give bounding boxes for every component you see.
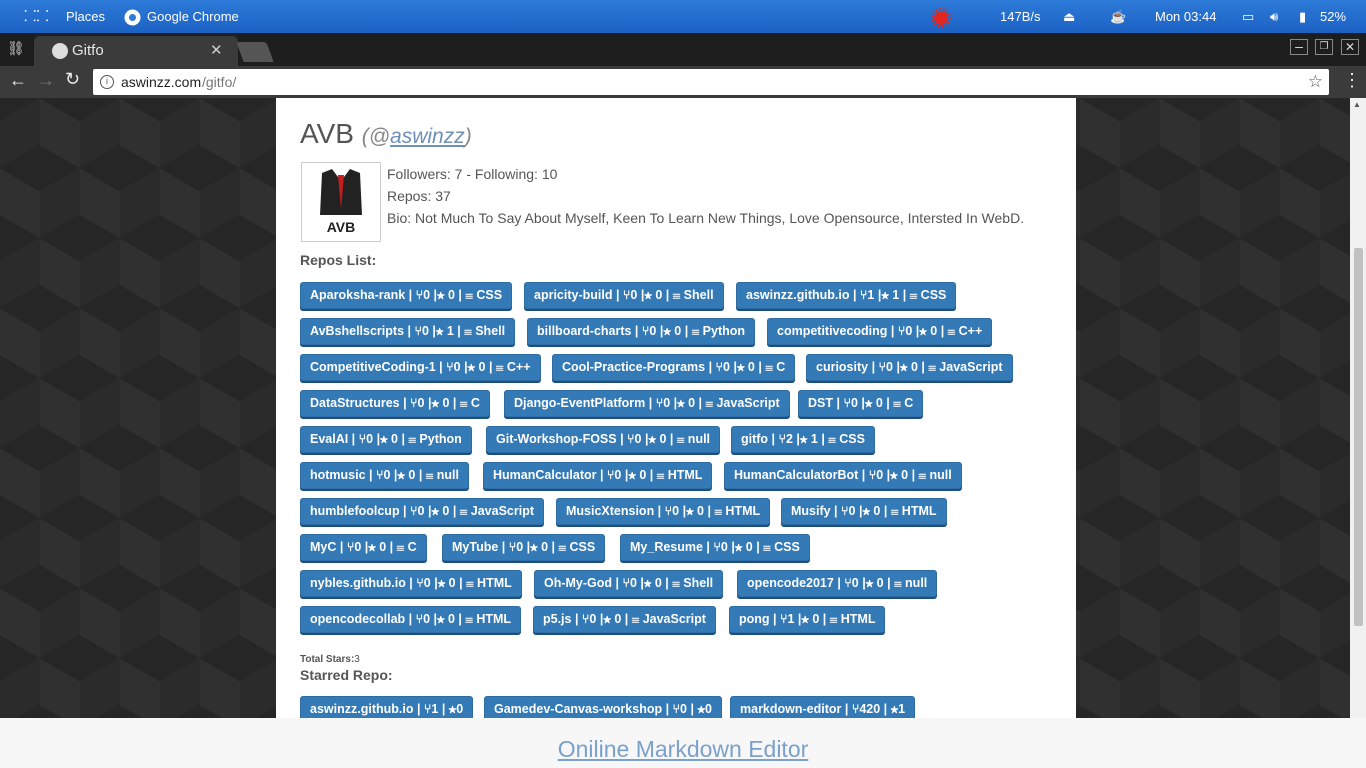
close-window-icon[interactable]: ✕ [1341,39,1359,55]
repo-button[interactable]: billboard-charts | ⑂0 |★ 0 | ☰ Python [527,318,756,345]
repo-button[interactable]: nybles.github.io | ⑂0 |★ 0 | ☰ HTML [300,570,522,597]
github-favicon-icon [52,43,68,59]
repo-button[interactable]: curiosity | ⑂0 |★ 0 | ☰ JavaScript [806,354,1013,381]
repo-button[interactable]: opencode2017 | ⑂0 |★ 0 | ☰ null [737,570,938,597]
url-host: aswinzz.com [121,74,202,90]
tab-gitfo[interactable]: Gitfo ✕ [34,36,238,66]
repo-button[interactable]: opencodecollab | ⑂0 |★ 0 | ☰ HTML [300,606,522,633]
starred-repo-button[interactable]: Gamedev-Canvas-workshop | ⑂0 | ★0 [484,696,722,718]
repo-button[interactable]: MyTube | ⑂0 |★ 0 | ☰ CSS [442,534,606,561]
scrollbar-thumb[interactable] [1354,248,1363,626]
repo-button[interactable]: Aparoksha-rank | ⑂0 |★ 0 | ☰ CSS [300,282,513,309]
bookmark-star-icon[interactable]: ☆ [1308,69,1323,95]
eject-icon[interactable]: ⏏ [1063,0,1075,33]
url-path: /gitfo/ [202,74,237,90]
incognito-icon: ⛓ [7,40,25,56]
profile-name: AVB [300,118,354,149]
repo-button[interactable]: humblefoolcup | ⑂0 |★ 0 | ☰ JavaScript [300,498,545,525]
repo-button[interactable]: DST | ⑂0 |★ 0 | ☰ C [798,390,924,417]
notification-icon[interactable] [931,0,951,33]
repo-button[interactable]: MusicXtension | ⑂0 |★ 0 | ☰ HTML [556,498,771,525]
repo-button[interactable]: competitivecoding | ⑂0 |★ 0 | ☰ C++ [767,318,993,345]
repo-button[interactable]: My_Resume | ⑂0 |★ 0 | ☰ CSS [620,534,810,561]
battery-icon[interactable]: ▮ [1299,0,1306,33]
page-viewport: AVB (@aswinzz) AVB Followers: 7 - Follow… [0,98,1366,718]
followers-text: Followers: 7 - Following: 10 [387,166,558,182]
volume-icon[interactable]: 🔊︎ [1270,0,1278,33]
new-tab-button[interactable] [236,42,274,62]
repo-button[interactable]: HumanCalculator | ⑂0 |★ 0 | ☰ HTML [483,462,713,489]
repo-button[interactable]: DataStructures | ⑂0 |★ 0 | ☰ C [300,390,490,417]
back-icon[interactable]: ← [9,70,27,91]
restore-icon[interactable]: ❐ [1315,39,1333,55]
info-icon[interactable]: i [100,75,114,89]
handle-close: ) [464,125,472,148]
markdown-editor-link[interactable]: Oniline Markdown Editor [558,736,809,762]
apps-grid-icon[interactable]: ⸬⸬ [24,0,49,33]
tab-title: Gitfo [72,42,104,59]
tab-strip: ⛓ Gitfo ✕ – ❐ ✕ [0,33,1366,66]
starred-repo-button[interactable]: aswinzz.github.io | ⑂1 | ★0 [300,696,474,718]
total-stars: Total Stars:3 [300,654,360,665]
places-menu[interactable]: Places [66,0,105,33]
system-top-bar: ⸬⸬ Places Google Chrome 147B/s ⏏ ☕ Mon 0… [0,0,1366,33]
repo-button[interactable]: Oh-My-God | ⑂0 |★ 0 | ☰ Shell [534,570,724,597]
repo-button[interactable]: EvalAI | ⑂0 |★ 0 | ☰ Python [300,426,472,453]
reload-icon[interactable]: ↻ [65,69,80,90]
profile-heading: AVB (@aswinzz) [300,118,472,150]
repo-button[interactable]: Musify | ⑂0 |★ 0 | ☰ HTML [781,498,947,525]
footer: Oniline Markdown Editor [0,718,1366,768]
repos-count: Repos: 37 [387,188,451,204]
repo-button[interactable]: pong | ⑂1 |★ 0 | ☰ HTML [729,606,886,633]
repo-button[interactable]: Cool-Practice-Programs | ⑂0 |★ 0 | ☰ C [552,354,796,381]
starred-repo-button[interactable]: markdown-editor | ⑂420 | ★1 [730,696,916,718]
scroll-up-icon[interactable]: ▲ [1353,100,1361,109]
minimize-icon[interactable]: – [1290,39,1308,55]
repo-button[interactable]: Git-Workshop-FOSS | ⑂0 |★ 0 | ☰ null [486,426,721,453]
repo-button[interactable]: p5.js | ⑂0 |★ 0 | ☰ JavaScript [533,606,716,633]
repo-button[interactable]: hotmusic | ⑂0 |★ 0 | ☰ null [300,462,469,489]
starred-heading: Starred Repo: [300,667,393,683]
clock[interactable]: Mon 03:44 [1155,0,1216,33]
repo-button[interactable]: Django-EventPlatform | ⑂0 |★ 0 | ☰ JavaS… [504,390,790,417]
menu-icon[interactable]: ⋮ [1343,70,1361,91]
handle-open: (@ [361,125,391,148]
repo-button[interactable]: HumanCalculatorBot | ⑂0 |★ 0 | ☰ null [724,462,962,489]
repo-button[interactable]: AvBshellscripts | ⑂0 |★ 1 | ☰ Shell [300,318,516,345]
profile-panel: AVB (@aswinzz) AVB Followers: 7 - Follow… [276,98,1076,718]
chrome-icon [124,0,141,33]
repos-heading: Repos List: [300,252,377,268]
active-app-label[interactable]: Google Chrome [147,0,239,33]
battery-percent: 52% [1320,9,1347,24]
repo-button[interactable]: gitfo | ⑂2 |★ 1 | ☰ CSS [731,426,875,453]
address-bar[interactable]: i aswinzz.com /gitfo/ ☆ [93,69,1329,95]
network-speed: 147B/s [1000,9,1041,24]
repo-button[interactable]: aswinzz.github.io | ⑂1 |★ 1 | ☰ CSS [736,282,957,309]
browser-toolbar: ← → ↻ i aswinzz.com /gitfo/ ☆ ⋮ [0,66,1366,98]
scrollbar[interactable]: ▲ [1350,98,1366,718]
screen-icon[interactable]: ▭ [1242,0,1254,33]
repo-button[interactable]: apricity-build | ⑂0 |★ 0 | ☰ Shell [524,282,724,309]
repo-button[interactable]: CompetitiveCoding-1 | ⑂0 |★ 0 | ☰ C++ [300,354,541,381]
bio-text: Bio: Not Much To Say About Myself, Keen … [387,210,1025,226]
avatar-text: AVB [326,219,356,235]
handle-link[interactable]: aswinzz [390,125,465,148]
forward-icon[interactable]: → [37,70,55,91]
close-tab-icon[interactable]: ✕ [210,41,223,59]
coffee-icon[interactable]: ☕ [1110,0,1126,33]
avatar: AVB [301,162,381,242]
repo-button[interactable]: MyC | ⑂0 |★ 0 | ☰ C [300,534,427,561]
